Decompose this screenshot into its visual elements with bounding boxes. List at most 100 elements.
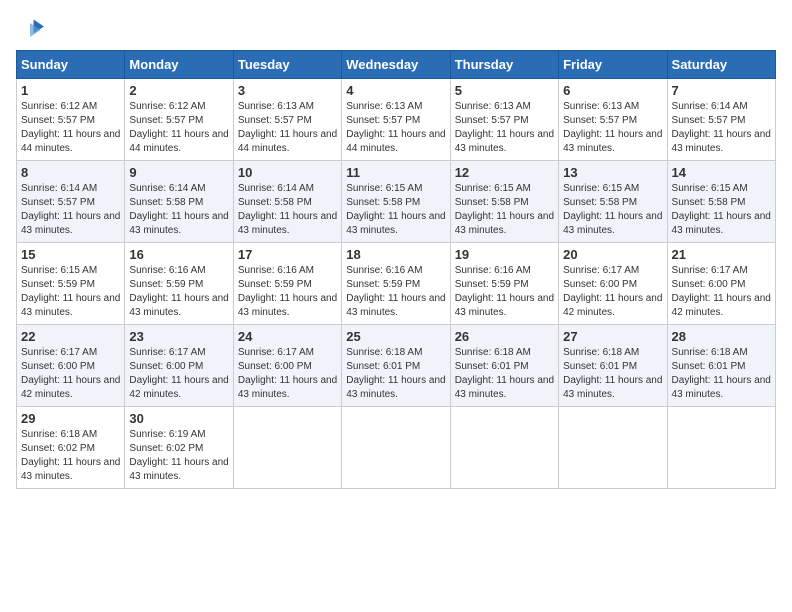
calendar-body: 1 Sunrise: 6:12 AM Sunset: 5:57 PM Dayli…	[17, 79, 776, 489]
day-number: 15	[21, 247, 120, 262]
day-number: 23	[129, 329, 228, 344]
day-number: 2	[129, 83, 228, 98]
day-number: 19	[455, 247, 554, 262]
day-info: Sunrise: 6:13 AM Sunset: 5:57 PM Dayligh…	[238, 100, 337, 156]
day-info: Sunrise: 6:16 AM Sunset: 5:59 PM Dayligh…	[346, 264, 445, 320]
calendar-day-cell	[450, 407, 558, 489]
calendar-day-header: Sunday	[17, 51, 125, 79]
day-number: 22	[21, 329, 120, 344]
day-number: 21	[672, 247, 771, 262]
day-info: Sunrise: 6:19 AM Sunset: 6:02 PM Dayligh…	[129, 428, 228, 484]
calendar-header-row: SundayMondayTuesdayWednesdayThursdayFrid…	[17, 51, 776, 79]
calendar-day-cell: 20 Sunrise: 6:17 AM Sunset: 6:00 PM Dayl…	[559, 243, 667, 325]
calendar-day-cell: 19 Sunrise: 6:16 AM Sunset: 5:59 PM Dayl…	[450, 243, 558, 325]
day-info: Sunrise: 6:14 AM Sunset: 5:57 PM Dayligh…	[21, 182, 120, 238]
day-info: Sunrise: 6:18 AM Sunset: 6:01 PM Dayligh…	[346, 346, 445, 402]
logo	[16, 16, 48, 44]
calendar-week-row: 1 Sunrise: 6:12 AM Sunset: 5:57 PM Dayli…	[17, 79, 776, 161]
day-info: Sunrise: 6:14 AM Sunset: 5:58 PM Dayligh…	[238, 182, 337, 238]
calendar-day-cell: 30 Sunrise: 6:19 AM Sunset: 6:02 PM Dayl…	[125, 407, 233, 489]
calendar-day-cell: 21 Sunrise: 6:17 AM Sunset: 6:00 PM Dayl…	[667, 243, 775, 325]
calendar-day-cell	[342, 407, 450, 489]
day-info: Sunrise: 6:13 AM Sunset: 5:57 PM Dayligh…	[455, 100, 554, 156]
day-info: Sunrise: 6:15 AM Sunset: 5:58 PM Dayligh…	[563, 182, 662, 238]
day-info: Sunrise: 6:14 AM Sunset: 5:57 PM Dayligh…	[672, 100, 771, 156]
day-number: 20	[563, 247, 662, 262]
day-number: 6	[563, 83, 662, 98]
calendar-table: SundayMondayTuesdayWednesdayThursdayFrid…	[16, 50, 776, 489]
day-info: Sunrise: 6:17 AM Sunset: 6:00 PM Dayligh…	[563, 264, 662, 320]
day-number: 7	[672, 83, 771, 98]
day-info: Sunrise: 6:18 AM Sunset: 6:02 PM Dayligh…	[21, 428, 120, 484]
day-number: 25	[346, 329, 445, 344]
day-number: 16	[129, 247, 228, 262]
day-number: 8	[21, 165, 120, 180]
day-info: Sunrise: 6:13 AM Sunset: 5:57 PM Dayligh…	[563, 100, 662, 156]
calendar-day-cell: 6 Sunrise: 6:13 AM Sunset: 5:57 PM Dayli…	[559, 79, 667, 161]
day-number: 17	[238, 247, 337, 262]
day-info: Sunrise: 6:16 AM Sunset: 5:59 PM Dayligh…	[129, 264, 228, 320]
day-number: 5	[455, 83, 554, 98]
calendar-day-header: Thursday	[450, 51, 558, 79]
day-number: 9	[129, 165, 228, 180]
calendar-day-cell: 1 Sunrise: 6:12 AM Sunset: 5:57 PM Dayli…	[17, 79, 125, 161]
calendar-day-cell: 22 Sunrise: 6:17 AM Sunset: 6:00 PM Dayl…	[17, 325, 125, 407]
calendar-day-header: Monday	[125, 51, 233, 79]
day-number: 1	[21, 83, 120, 98]
day-number: 11	[346, 165, 445, 180]
calendar-day-cell: 27 Sunrise: 6:18 AM Sunset: 6:01 PM Dayl…	[559, 325, 667, 407]
day-number: 30	[129, 411, 228, 426]
day-number: 3	[238, 83, 337, 98]
calendar-week-row: 29 Sunrise: 6:18 AM Sunset: 6:02 PM Dayl…	[17, 407, 776, 489]
page-header	[16, 16, 776, 44]
calendar-day-cell: 12 Sunrise: 6:15 AM Sunset: 5:58 PM Dayl…	[450, 161, 558, 243]
day-info: Sunrise: 6:12 AM Sunset: 5:57 PM Dayligh…	[21, 100, 120, 156]
calendar-day-header: Friday	[559, 51, 667, 79]
calendar-day-cell: 13 Sunrise: 6:15 AM Sunset: 5:58 PM Dayl…	[559, 161, 667, 243]
calendar-day-header: Tuesday	[233, 51, 341, 79]
day-number: 27	[563, 329, 662, 344]
calendar-day-cell: 5 Sunrise: 6:13 AM Sunset: 5:57 PM Dayli…	[450, 79, 558, 161]
calendar-day-cell: 25 Sunrise: 6:18 AM Sunset: 6:01 PM Dayl…	[342, 325, 450, 407]
day-info: Sunrise: 6:15 AM Sunset: 5:58 PM Dayligh…	[455, 182, 554, 238]
calendar-day-cell: 23 Sunrise: 6:17 AM Sunset: 6:00 PM Dayl…	[125, 325, 233, 407]
day-info: Sunrise: 6:16 AM Sunset: 5:59 PM Dayligh…	[455, 264, 554, 320]
day-number: 4	[346, 83, 445, 98]
calendar-day-cell: 15 Sunrise: 6:15 AM Sunset: 5:59 PM Dayl…	[17, 243, 125, 325]
day-number: 28	[672, 329, 771, 344]
day-info: Sunrise: 6:17 AM Sunset: 6:00 PM Dayligh…	[129, 346, 228, 402]
day-info: Sunrise: 6:18 AM Sunset: 6:01 PM Dayligh…	[455, 346, 554, 402]
day-info: Sunrise: 6:16 AM Sunset: 5:59 PM Dayligh…	[238, 264, 337, 320]
day-number: 29	[21, 411, 120, 426]
calendar-day-cell: 7 Sunrise: 6:14 AM Sunset: 5:57 PM Dayli…	[667, 79, 775, 161]
day-number: 12	[455, 165, 554, 180]
calendar-day-cell: 14 Sunrise: 6:15 AM Sunset: 5:58 PM Dayl…	[667, 161, 775, 243]
calendar-day-cell: 3 Sunrise: 6:13 AM Sunset: 5:57 PM Dayli…	[233, 79, 341, 161]
calendar-day-cell	[667, 407, 775, 489]
day-number: 26	[455, 329, 554, 344]
day-info: Sunrise: 6:18 AM Sunset: 6:01 PM Dayligh…	[563, 346, 662, 402]
day-info: Sunrise: 6:14 AM Sunset: 5:58 PM Dayligh…	[129, 182, 228, 238]
calendar-day-cell: 16 Sunrise: 6:16 AM Sunset: 5:59 PM Dayl…	[125, 243, 233, 325]
calendar-day-cell: 18 Sunrise: 6:16 AM Sunset: 5:59 PM Dayl…	[342, 243, 450, 325]
calendar-day-cell: 28 Sunrise: 6:18 AM Sunset: 6:01 PM Dayl…	[667, 325, 775, 407]
calendar-day-cell: 17 Sunrise: 6:16 AM Sunset: 5:59 PM Dayl…	[233, 243, 341, 325]
calendar-week-row: 8 Sunrise: 6:14 AM Sunset: 5:57 PM Dayli…	[17, 161, 776, 243]
calendar-week-row: 15 Sunrise: 6:15 AM Sunset: 5:59 PM Dayl…	[17, 243, 776, 325]
day-info: Sunrise: 6:17 AM Sunset: 6:00 PM Dayligh…	[672, 264, 771, 320]
calendar-day-header: Wednesday	[342, 51, 450, 79]
day-number: 14	[672, 165, 771, 180]
day-info: Sunrise: 6:18 AM Sunset: 6:01 PM Dayligh…	[672, 346, 771, 402]
day-info: Sunrise: 6:13 AM Sunset: 5:57 PM Dayligh…	[346, 100, 445, 156]
calendar-day-header: Saturday	[667, 51, 775, 79]
calendar-day-cell: 24 Sunrise: 6:17 AM Sunset: 6:00 PM Dayl…	[233, 325, 341, 407]
calendar-day-cell: 26 Sunrise: 6:18 AM Sunset: 6:01 PM Dayl…	[450, 325, 558, 407]
calendar-day-cell: 11 Sunrise: 6:15 AM Sunset: 5:58 PM Dayl…	[342, 161, 450, 243]
day-number: 13	[563, 165, 662, 180]
day-info: Sunrise: 6:15 AM Sunset: 5:59 PM Dayligh…	[21, 264, 120, 320]
day-number: 18	[346, 247, 445, 262]
day-info: Sunrise: 6:17 AM Sunset: 6:00 PM Dayligh…	[238, 346, 337, 402]
calendar-day-cell: 10 Sunrise: 6:14 AM Sunset: 5:58 PM Dayl…	[233, 161, 341, 243]
calendar-day-cell: 2 Sunrise: 6:12 AM Sunset: 5:57 PM Dayli…	[125, 79, 233, 161]
logo-icon	[16, 16, 44, 44]
